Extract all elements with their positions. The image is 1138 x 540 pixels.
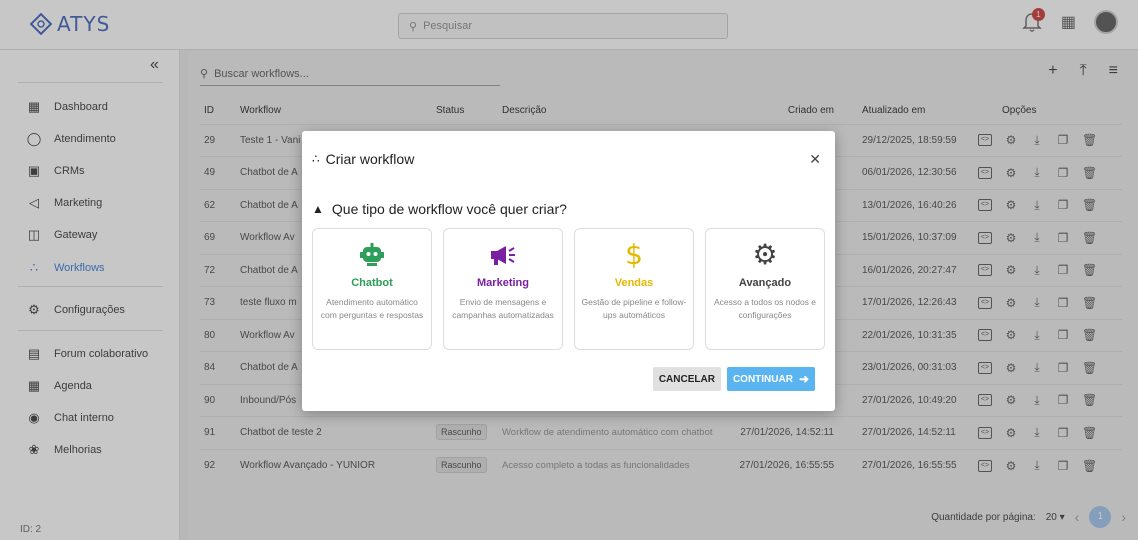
modal-buttons: CANCELAR CONTINUAR ➜: [652, 367, 815, 391]
close-icon[interactable]: ✕: [809, 151, 821, 168]
continue-button[interactable]: CONTINUAR ➜: [726, 367, 815, 391]
workflow-type-cards: Chatbot Atendimento automático com pergu…: [312, 228, 825, 350]
modal-question: ▲ Que tipo de workflow você quer criar?: [312, 201, 567, 217]
arrow-right-icon: ➜: [798, 372, 809, 386]
card-description: Acesso a todos os nodos e configurações: [713, 297, 817, 320]
cancel-button[interactable]: CANCELAR: [652, 367, 721, 391]
modal-title: ∴ Criar workflow: [312, 151, 415, 167]
create-workflow-modal: ∴ Criar workflow ✕ ▲ Que tipo de workflo…: [302, 131, 835, 411]
card-description: Gestão de pipeline e follow-ups automáti…: [581, 297, 687, 320]
gear-icon: ⚙: [752, 238, 778, 271]
megaphone-icon: [444, 241, 562, 269]
dollar-icon: $: [625, 238, 643, 271]
card-title: Vendas: [614, 277, 654, 289]
card-title: Chatbot: [351, 277, 393, 289]
card-title: Avançado: [738, 277, 792, 289]
card-title: Marketing: [477, 277, 529, 289]
robot-icon: [313, 241, 431, 269]
card-chatbot[interactable]: Chatbot Atendimento automático com pergu…: [312, 228, 432, 350]
card-marketing[interactable]: Marketing Envio de mensagens e campanhas…: [443, 228, 563, 350]
card-description: Atendimento automático com perguntas e r…: [320, 297, 424, 320]
workflow-icon: ∴: [312, 152, 320, 166]
card-description: Envio de mensagens e campanhas automatiz…: [452, 297, 554, 320]
card-avancado[interactable]: ⚙ Avançado Acesso a todos os nodos e con…: [705, 228, 825, 350]
hierarchy-icon: ▲: [312, 202, 324, 216]
card-vendas[interactable]: $ Vendas Gestão de pipeline e follow-ups…: [574, 228, 694, 350]
